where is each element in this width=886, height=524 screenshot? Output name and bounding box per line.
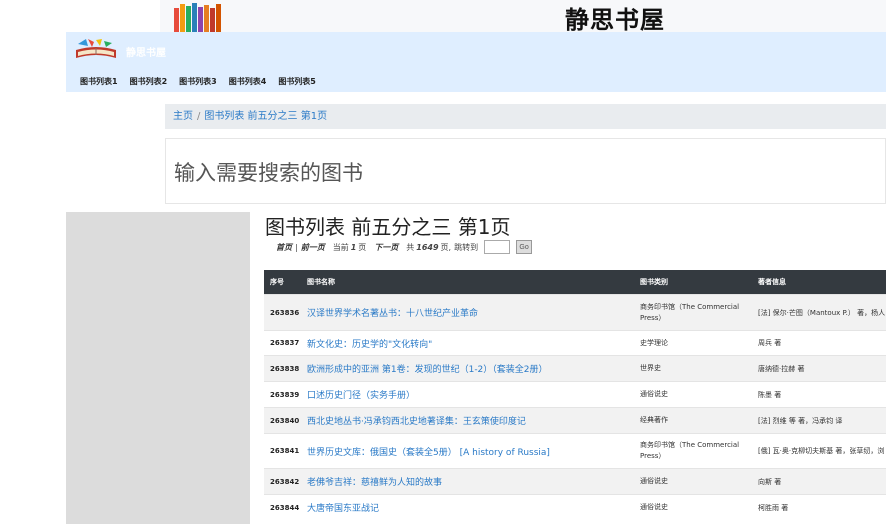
book-id: 263838 xyxy=(264,355,301,382)
nav-item-list-4[interactable]: 图书列表4 xyxy=(229,76,267,87)
search-box xyxy=(165,138,886,204)
table-row: 263841 世界历史文库：俄国史（套装全5册） [A history of R… xyxy=(264,433,886,469)
nav-item-list-3[interactable]: 图书列表3 xyxy=(179,76,217,87)
navbar: 静思书屋 图书列表1 图书列表2 图书列表3 图书列表4 图书列表5 xyxy=(66,32,886,92)
book-title-link[interactable]: 新文化史：历史学的"文化转向" xyxy=(307,340,432,350)
book-title-link[interactable]: 汉译世界学术名著丛书：十八世纪产业革命 xyxy=(307,309,478,319)
book-author: 柯胜雨 著 xyxy=(752,494,886,521)
pager-first-link[interactable]: 首页 xyxy=(276,242,292,253)
book-title-link[interactable]: 世界历史文库：俄国史（套装全5册） [A history of Russia] xyxy=(307,448,550,458)
table-row: 263840 西北史地丛书·冯承钧西北史地著译集：王玄策使印度记 经典著作 [法… xyxy=(264,407,886,434)
book-id: 263842 xyxy=(264,468,301,495)
book-id: 263840 xyxy=(264,407,301,434)
page-jump-input[interactable] xyxy=(484,240,511,254)
book-name-cell: 汉译世界学术名著丛书：十八世纪产业革命 xyxy=(301,294,634,331)
pager-page-unit: 页 xyxy=(358,242,367,252)
book-id: 263841 xyxy=(264,433,301,469)
pagination: 首页 | 前一页 当前 1 页 下一页 共 1649 页, 跳转到 Go xyxy=(276,240,533,254)
breadcrumb-separator: / xyxy=(197,111,201,122)
open-book-logo-icon[interactable] xyxy=(74,38,118,62)
header-category: 图书类别 xyxy=(634,270,752,295)
book-name-cell: 新文化史：历史学的"文化转向" xyxy=(301,330,634,356)
book-category: 史学理论 xyxy=(634,330,752,356)
book-title-link[interactable]: 口述历史门径（实务手册） xyxy=(307,391,415,401)
nav-item-list-2[interactable]: 图书列表2 xyxy=(130,76,168,87)
book-category: 通俗说史 xyxy=(634,494,752,521)
book-name-cell: 大唐帝国东亚战记 xyxy=(301,494,634,521)
nav-menu: 图书列表1 图书列表2 图书列表3 图书列表4 图书列表5 xyxy=(80,76,328,87)
book-title-link[interactable]: 大唐帝国东亚战记 xyxy=(307,504,379,514)
search-input[interactable] xyxy=(172,157,876,189)
book-name-cell: 老佛爷吉祥：慈禧鲜为人知的故事 xyxy=(301,468,634,495)
pager-prev-link[interactable]: 前一页 xyxy=(301,242,325,253)
book-name-cell: 世界历史文库：俄国史（套装全5册） [A history of Russia] xyxy=(301,433,634,469)
breadcrumb: 主页 / 图书列表 前五分之三 第1页 xyxy=(165,104,886,129)
book-name-cell: 口述历史门径（实务手册） xyxy=(301,381,634,408)
book-id: 263836 xyxy=(264,294,301,331)
book-id: 263839 xyxy=(264,381,301,408)
table-row: 263839 口述历史门径（实务手册） 通俗说史 陈墨 著 xyxy=(264,381,886,408)
breadcrumb-current-link[interactable]: 图书列表 前五分之三 第1页 xyxy=(204,111,327,122)
book-category: 世界史 xyxy=(634,355,752,382)
book-author: [俄] 瓦·奥·克柳切夫斯基 著，张草纫，浏 xyxy=(752,433,886,469)
pager-jump-label: 跳转到 xyxy=(454,242,479,252)
site-banner: 静思书屋 xyxy=(160,0,886,34)
book-table: 序号 图书名称 图书类别 著者信息 263836 汉译世界学术名著丛书：十八世纪… xyxy=(264,270,886,521)
page-title: 图书列表 前五分之三 第1页 xyxy=(265,215,511,239)
header-id: 序号 xyxy=(264,270,301,295)
table-row: 263844 大唐帝国东亚战记 通俗说史 柯胜雨 著 xyxy=(264,494,886,521)
book-category: 经典著作 xyxy=(634,407,752,434)
header-author: 著者信息 xyxy=(752,270,886,295)
pager-total-suffix: 页, xyxy=(440,242,452,252)
site-title: 静思书屋 xyxy=(565,5,665,34)
book-title-link[interactable]: 欧洲形成中的亚洲 第1卷：发现的世纪（1-2）（套装全2册） xyxy=(307,365,548,375)
go-button[interactable]: Go xyxy=(516,240,533,254)
book-author: 周兵 著 xyxy=(752,330,886,356)
book-name-cell: 欧洲形成中的亚洲 第1卷：发现的世纪（1-2）（套装全2册） xyxy=(301,355,634,382)
pager-total-pages: 1649 xyxy=(416,242,439,252)
book-id: 263844 xyxy=(264,494,301,521)
book-title-link[interactable]: 西北史地丛书·冯承钧西北史地著译集：王玄策使印度记 xyxy=(307,417,526,427)
pager-next-link[interactable]: 下一页 xyxy=(374,242,398,253)
book-name-cell: 西北史地丛书·冯承钧西北史地著译集：王玄策使印度记 xyxy=(301,407,634,434)
nav-item-list-1[interactable]: 图书列表1 xyxy=(80,76,118,87)
book-author: [法] 烈维 等 著，冯承钧 译 xyxy=(752,407,886,434)
pager-current-page: 1 xyxy=(350,242,357,252)
books-icon xyxy=(174,3,221,32)
table-header-row: 序号 图书名称 图书类别 著者信息 xyxy=(264,270,886,295)
brand-name[interactable]: 静思书屋 xyxy=(126,44,166,59)
table-row: 263836 汉译世界学术名著丛书：十八世纪产业革命 商务印书馆（The Com… xyxy=(264,294,886,331)
sidebar-panel xyxy=(66,212,250,524)
book-category: 商务印书馆（The Commercial Press） xyxy=(634,433,752,469)
table-row: 263842 老佛爷吉祥：慈禧鲜为人知的故事 通俗说史 向斯 著 xyxy=(264,468,886,495)
book-author: 唐纳德·拉赫 著 xyxy=(752,355,886,382)
book-category: 通俗说史 xyxy=(634,381,752,408)
book-author: 向斯 著 xyxy=(752,468,886,495)
table-row: 263837 新文化史：历史学的"文化转向" 史学理论 周兵 著 xyxy=(264,330,886,356)
pager-total-prefix: 共 xyxy=(406,242,415,252)
book-category: 通俗说史 xyxy=(634,468,752,495)
book-author: [法] 保尔·芒图（Mantoux P.） 著，杨人 xyxy=(752,294,886,331)
book-author: 陈墨 著 xyxy=(752,381,886,408)
nav-item-list-5[interactable]: 图书列表5 xyxy=(278,76,316,87)
pager-divider: | xyxy=(295,242,298,252)
pager-current-prefix: 当前 xyxy=(332,242,349,252)
book-category: 商务印书馆（The Commercial Press） xyxy=(634,294,752,331)
book-title-link[interactable]: 老佛爷吉祥：慈禧鲜为人知的故事 xyxy=(307,478,442,488)
breadcrumb-home-link[interactable]: 主页 xyxy=(173,111,193,122)
header-name: 图书名称 xyxy=(301,270,634,295)
table-row: 263838 欧洲形成中的亚洲 第1卷：发现的世纪（1-2）（套装全2册） 世界… xyxy=(264,355,886,382)
book-id: 263837 xyxy=(264,330,301,356)
